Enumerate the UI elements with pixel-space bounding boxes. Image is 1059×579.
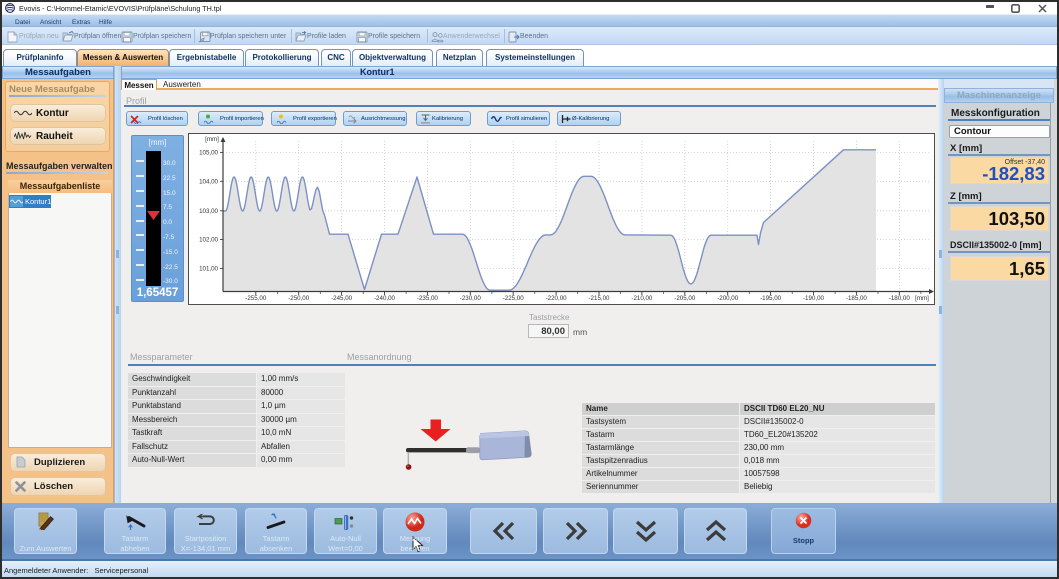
svg-text:-220,00: -220,00 <box>546 295 568 302</box>
svg-text:-210,00: -210,00 <box>631 295 653 302</box>
svg-text:104,00: 104,00 <box>199 179 218 186</box>
svg-text:-190,00: -190,00 <box>803 295 825 302</box>
svg-text:-200,00: -200,00 <box>717 295 739 302</box>
svg-text:-235,00: -235,00 <box>417 295 439 302</box>
svg-text:103,00: 103,00 <box>199 208 218 215</box>
svg-text:101,00: 101,00 <box>199 266 218 273</box>
svg-text:-185,00: -185,00 <box>846 295 868 302</box>
svg-text:-205,00: -205,00 <box>674 295 696 302</box>
svg-text:105,00: 105,00 <box>199 150 218 157</box>
svg-text:102,00: 102,00 <box>199 237 218 244</box>
svg-text:-195,00: -195,00 <box>760 295 782 302</box>
svg-text:-250,00: -250,00 <box>288 295 310 302</box>
svg-text:[mm]: [mm] <box>915 295 929 302</box>
svg-text:-215,00: -215,00 <box>589 295 611 302</box>
svg-text:-255,00: -255,00 <box>245 295 267 302</box>
svg-text:-225,00: -225,00 <box>503 295 525 302</box>
svg-text:[mm]: [mm] <box>205 136 219 143</box>
svg-text:-180,00: -180,00 <box>889 295 911 302</box>
svg-text:-240,00: -240,00 <box>374 295 396 302</box>
svg-text:-230,00: -230,00 <box>460 295 482 302</box>
svg-text:-245,00: -245,00 <box>331 295 353 302</box>
